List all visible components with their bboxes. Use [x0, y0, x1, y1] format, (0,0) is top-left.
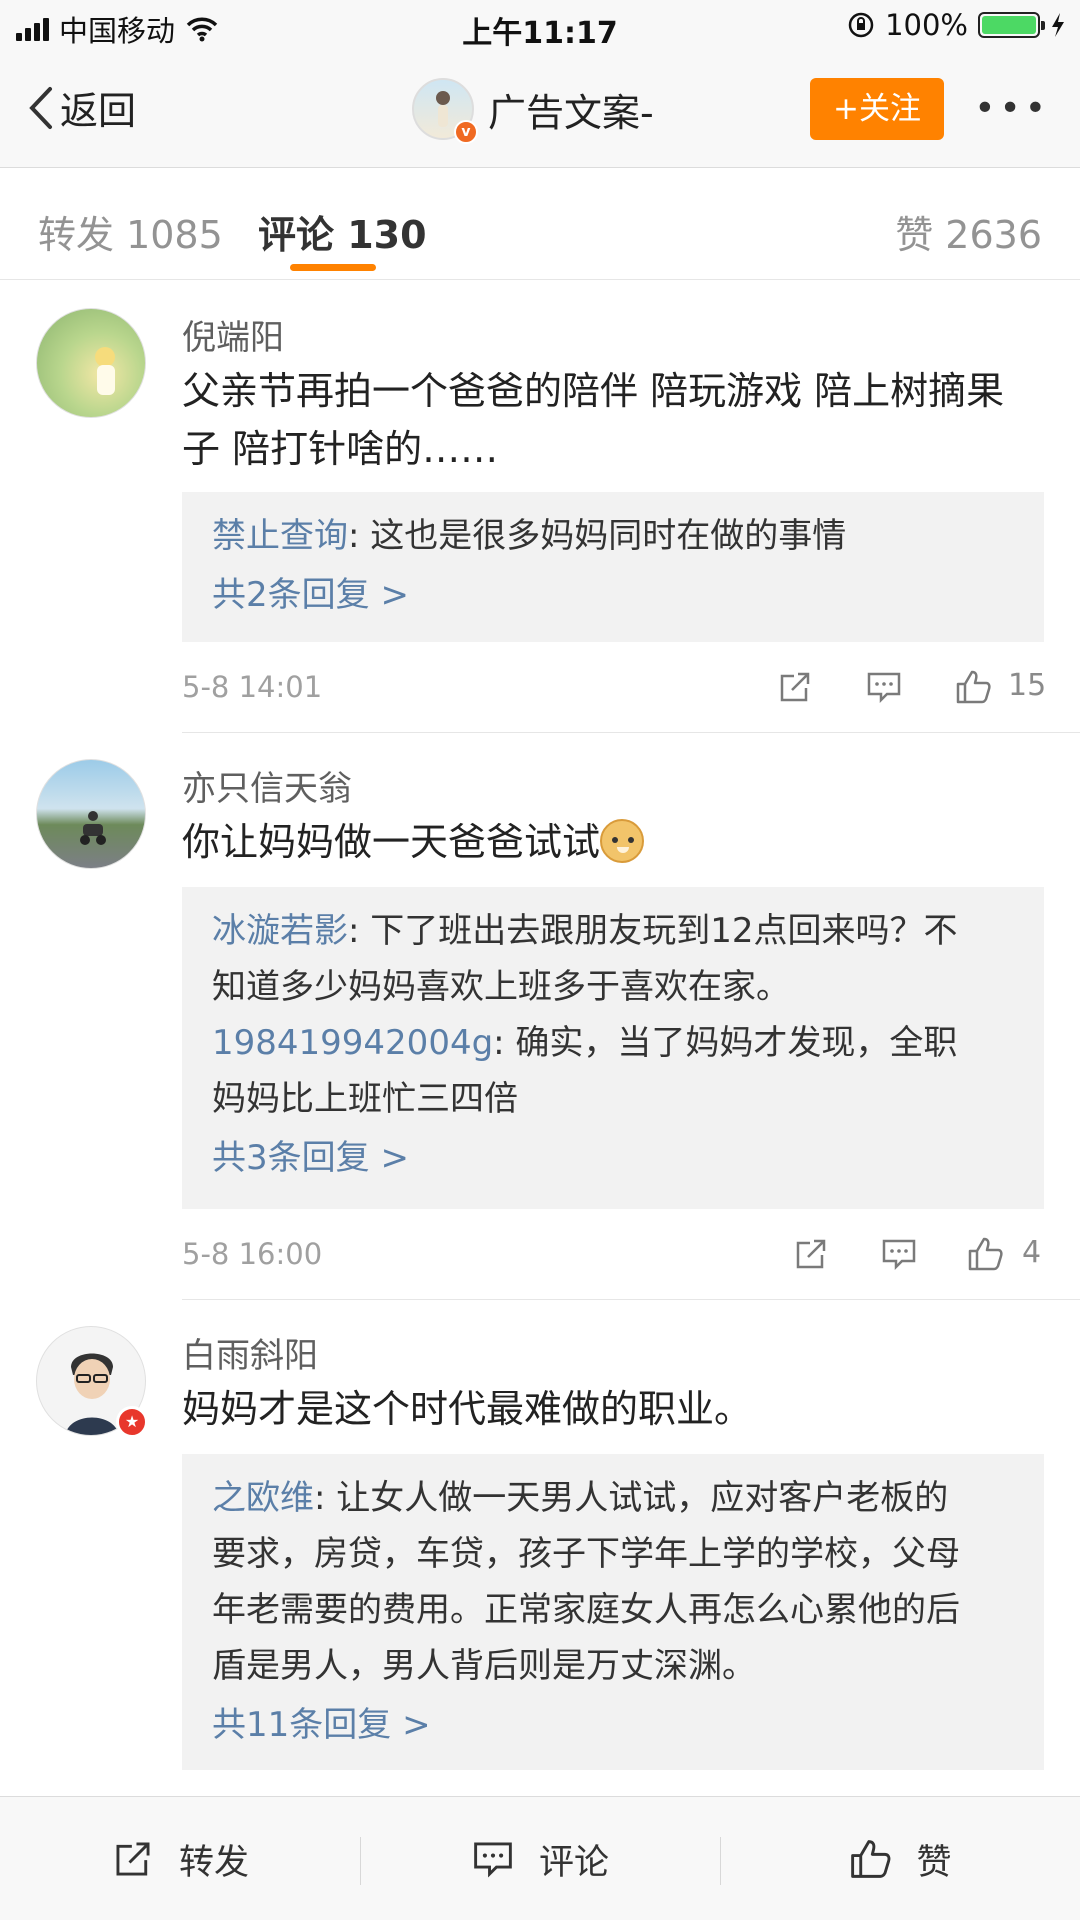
repost-button[interactable]: 转发 [0, 1797, 360, 1920]
like-button[interactable]: 赞 [720, 1797, 1080, 1920]
reply-line: 妈妈比上班忙三四倍 [212, 1079, 518, 1119]
thumbs-up-icon[interactable] [966, 1235, 1004, 1273]
divider [182, 1299, 1080, 1300]
reply-text: : 这也是很多妈妈同时在做的事情 [348, 516, 847, 556]
reply-count-link[interactable]: 共3条回复 > [212, 1127, 1014, 1189]
thumbs-up-icon[interactable] [954, 668, 992, 706]
back-label: 返回 [60, 89, 137, 133]
reply-count-link[interactable]: 共11条回复 > [212, 1694, 1014, 1756]
reply-line: 年老需要的费用。正常家庭女人再怎么心累他的后 [212, 1590, 960, 1630]
divider [182, 732, 1080, 733]
reply-count-link[interactable]: 共2条回复 > [212, 564, 1014, 626]
comment-username[interactable]: 倪端阳 [182, 310, 284, 359]
comment-label: 评论 [538, 1842, 609, 1883]
reply-line: 要求，房贷，车贷，孩子下学年上学的学校，父母 [212, 1534, 960, 1574]
vip-badge-icon: ★ [116, 1406, 148, 1438]
reply-box[interactable]: 冰漩若影: 下了班出去跟朋友玩到12点回来吗？不 知道多少妈妈喜欢上班多于喜欢在… [182, 887, 1044, 1209]
like-label: 赞 [916, 1842, 952, 1883]
share-icon[interactable] [792, 1235, 830, 1273]
avatar-scooter-icon [80, 811, 106, 845]
nav-profile[interactable]: v 广告文案- [412, 78, 654, 144]
avatar-girl-icon [95, 347, 115, 395]
tab-likes[interactable]: 赞 2636 [895, 204, 1042, 259]
tab-bar: 转发 1085 评论 130 赞 2636 [0, 168, 1080, 280]
battery-icon [978, 12, 1045, 38]
reply-box[interactable]: 禁止查询: 这也是很多妈妈同时在做的事情 共2条回复 > [182, 492, 1044, 642]
more-button[interactable]: ••• [974, 88, 1050, 129]
reply-line: 知道多少妈妈喜欢上班多于喜欢在家。 [212, 967, 790, 1007]
comment-icon[interactable] [880, 1235, 918, 1273]
comment-text: 父亲节再拍一个爸爸的陪伴 陪玩游戏 陪上树摘果 子 陪打针啥的…… [182, 362, 1042, 478]
follow-button[interactable]: +关注 [810, 78, 944, 140]
reply-text: : 让女人做一天男人试试，应对客户老板的 [314, 1478, 949, 1518]
comment-text-body: 你让妈妈做一天爸爸试试 [182, 820, 601, 864]
status-right: 100% [847, 8, 1066, 42]
comment-username[interactable]: 白雨斜阳 [182, 1328, 318, 1377]
reply-line: 冰漩若影: 下了班出去跟朋友玩到12点回来吗？不 [212, 903, 1014, 959]
comment-date: 5-8 16:00 [182, 1237, 323, 1271]
comment-text-line: 子 陪打针啥的…… [182, 427, 499, 471]
reply-line: 之欧维: 让女人做一天男人试试，应对客户老板的 [212, 1470, 1014, 1526]
comment-text: 你让妈妈做一天爸爸试试 [182, 813, 1042, 871]
reply-username[interactable]: 冰漩若影 [212, 911, 348, 951]
bottom-action-bar: 转发 评论 赞 [0, 1796, 1080, 1920]
reply-line: 盾是男人，男人背后则是万丈深渊。 [212, 1646, 756, 1686]
comment-icon [474, 1842, 512, 1878]
rotation-lock-icon [848, 12, 874, 38]
comment-username[interactable]: 亦只信天翁 [182, 761, 352, 810]
reply-text: : 下了班出去跟朋友玩到12点回来吗？不 [348, 911, 958, 951]
reply-line: 198419942004g: 确实，当了妈妈才发现，全职 [212, 1015, 1014, 1071]
tab-active-indicator [290, 264, 376, 271]
tab-comments[interactable]: 评论 130 [258, 204, 427, 259]
comment-icon[interactable] [865, 668, 903, 706]
share-icon [116, 1842, 150, 1876]
reply-username[interactable]: 198419942004g [212, 1023, 493, 1063]
avatar[interactable] [36, 308, 146, 418]
doge-emoji-icon [600, 819, 645, 863]
like-count: 15 [1008, 668, 1047, 703]
reply-username[interactable]: 禁止查询 [212, 516, 348, 556]
thumbs-up-icon [851, 1840, 891, 1878]
avatar[interactable] [36, 759, 146, 869]
like-count: 4 [1022, 1235, 1042, 1270]
verified-badge-icon: v [454, 120, 478, 144]
reply-username[interactable]: 之欧维 [212, 1478, 314, 1518]
page-title: 广告文案- [488, 90, 654, 135]
battery-percent: 100% [885, 8, 968, 42]
reply-line: 禁止查询: 这也是很多妈妈同时在做的事情 [212, 508, 1014, 564]
share-icon[interactable] [776, 668, 814, 706]
comment-text: 妈妈才是这个时代最难做的职业。 [182, 1387, 753, 1431]
status-bar: 中国移动 上午11:17 100% [0, 0, 1080, 52]
comment-footer: 5-8 14:01 15 [182, 662, 1046, 712]
repost-label: 转发 [178, 1842, 249, 1883]
reply-box[interactable]: 之欧维: 让女人做一天男人试试，应对客户老板的 要求，房贷，车贷，孩子下学年上学… [182, 1454, 1044, 1770]
comment-button[interactable]: 评论 [360, 1797, 720, 1920]
back-button[interactable]: 返回 [28, 80, 136, 135]
comment-date: 5-8 14:01 [182, 670, 323, 704]
comment-footer: 5-8 16:00 4 [182, 1229, 1042, 1279]
reply-text: : 确实，当了妈妈才发现，全职 [493, 1023, 958, 1063]
tab-repost[interactable]: 转发 1085 [38, 204, 223, 259]
nav-bar: 返回 v 广告文案- +关注 ••• [0, 52, 1080, 168]
avatar[interactable]: v [412, 78, 478, 144]
charging-bolt-icon [1052, 13, 1064, 37]
chevron-left-icon [29, 86, 52, 129]
comment-text-line: 父亲节再拍一个爸爸的陪伴 陪玩游戏 陪上树摘果 [182, 369, 1005, 413]
